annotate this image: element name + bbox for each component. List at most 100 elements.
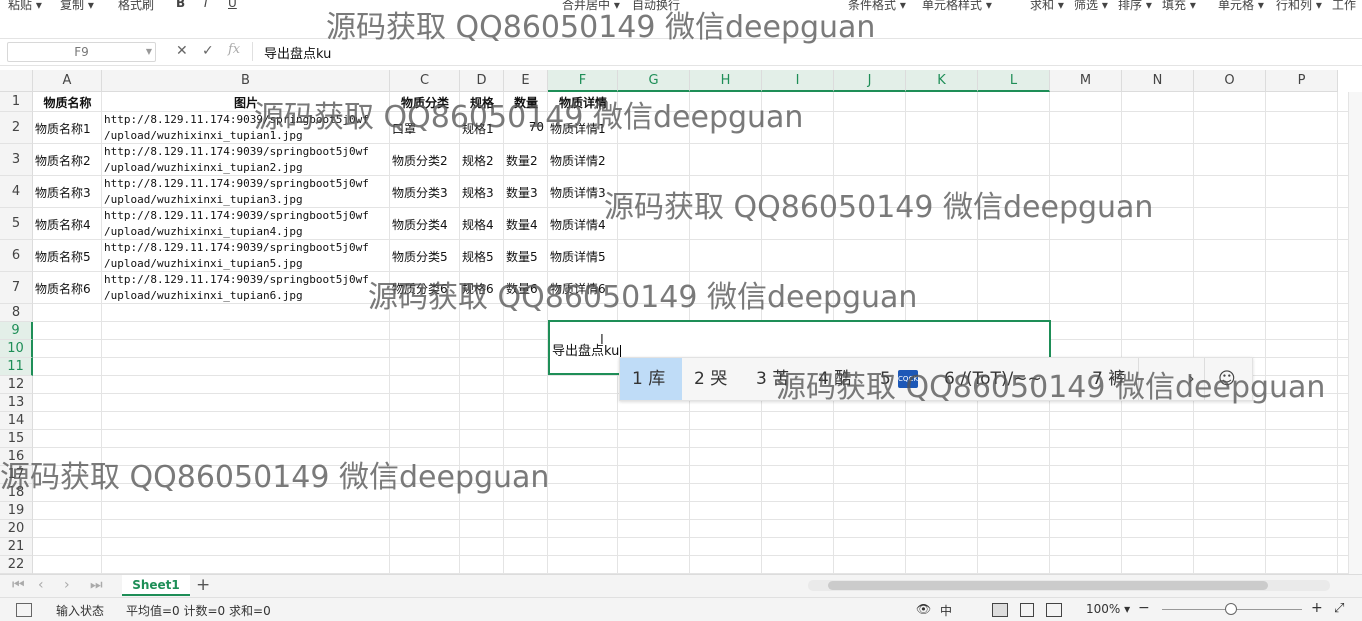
row-header-8[interactable]: 8 — [0, 304, 33, 322]
name-box[interactable]: F9 ▼ — [7, 42, 156, 62]
page-layout-view-icon[interactable] — [1020, 603, 1034, 617]
row-header-6[interactable]: 6 — [0, 240, 33, 272]
column-header-d[interactable]: D — [460, 70, 504, 92]
cell-spec[interactable]: 规格2 — [462, 152, 494, 169]
column-header-m[interactable]: M — [1050, 70, 1122, 92]
header-cell[interactable]: 物质详情 — [548, 94, 618, 111]
row-header-11[interactable]: 11 — [0, 358, 33, 376]
worksheet-button[interactable]: 工作 — [1332, 0, 1356, 13]
ime-candidate-2[interactable]: 2 哭 — [682, 358, 739, 400]
ime-candidate-4[interactable]: 4 酷 — [806, 358, 863, 400]
horizontal-scrollbar[interactable] — [808, 580, 1330, 591]
row-header-19[interactable]: 19 — [0, 502, 33, 520]
cell-quantity[interactable]: 数量2 — [506, 152, 544, 169]
row-header-7[interactable]: 7 — [0, 272, 33, 304]
ime-emoji-icon[interactable]: ☺ — [1218, 358, 1236, 400]
cell-image-url[interactable]: http://8.129.11.174:9039/springboot5j0wf… — [104, 240, 388, 272]
column-header-e[interactable]: E — [504, 70, 548, 92]
cell-name[interactable]: 物质名称5 — [35, 248, 91, 265]
next-sheet-icon[interactable]: › — [64, 577, 70, 593]
column-header-g[interactable]: G — [618, 70, 690, 92]
header-cell[interactable]: 物质分类 — [390, 94, 460, 111]
row-header-18[interactable]: 18 — [0, 484, 33, 502]
cell-detail[interactable]: 物质详情4 — [550, 216, 606, 233]
cell-name[interactable]: 物质名称2 — [35, 152, 91, 169]
column-header-p[interactable]: P — [1266, 70, 1338, 92]
column-header-o[interactable]: O — [1194, 70, 1266, 92]
row-header-10[interactable]: 10 — [0, 340, 33, 358]
row-header-13[interactable]: 13 — [0, 394, 33, 412]
sort-button[interactable]: 排序 ▾ — [1118, 0, 1152, 13]
header-cell[interactable]: 规格 — [460, 94, 504, 111]
confirm-edit-icon[interactable]: ✓ — [202, 43, 214, 59]
merge-center-button[interactable]: 合并居中 ▾ — [562, 0, 620, 13]
row-header-1[interactable]: 1 — [0, 92, 33, 112]
ime-candidate-3[interactable]: 3 苦 — [744, 358, 801, 400]
header-cell[interactable]: 图片 — [102, 94, 390, 111]
last-sheet-icon[interactable]: ⏭ — [90, 577, 103, 593]
column-header-c[interactable]: C — [390, 70, 460, 92]
ime-candidate-7[interactable]: 7 裤 — [1080, 358, 1137, 400]
underline-button[interactable]: U — [228, 0, 237, 10]
cell-detail[interactable]: 物质详情6 — [550, 280, 606, 297]
filter-button[interactable]: 筛选 ▾ — [1074, 0, 1108, 13]
row-header-20[interactable]: 20 — [0, 520, 33, 538]
cell-detail[interactable]: 物质详情5 — [550, 248, 606, 265]
fill-button[interactable]: 填充 ▾ — [1162, 0, 1196, 13]
cell-quantity[interactable]: 数量6 — [506, 280, 544, 297]
cell-spec[interactable]: 规格5 — [462, 248, 494, 265]
header-cell[interactable]: 数量 — [504, 94, 548, 111]
row-header-2[interactable]: 2 — [0, 112, 33, 144]
cell-image-url[interactable]: http://8.129.11.174:9039/springboot5j0wf… — [104, 272, 388, 304]
row-header-5[interactable]: 5 — [0, 208, 33, 240]
row-header-12[interactable]: 12 — [0, 376, 33, 394]
italic-button[interactable]: I — [204, 0, 208, 10]
cell-name[interactable]: 物质名称4 — [35, 216, 91, 233]
add-sheet-button[interactable]: + — [196, 575, 210, 595]
cell-name[interactable]: 物质名称6 — [35, 280, 91, 297]
copy-button[interactable]: 复制 ▾ — [60, 0, 94, 13]
row-header-15[interactable]: 15 — [0, 430, 33, 448]
ime-image-candidate-icon[interactable]: CQCK — [898, 370, 918, 388]
cell-category[interactable]: 物质分类4 — [392, 216, 448, 233]
ime-next-page-icon[interactable]: › — [1188, 358, 1195, 400]
ime-candidate-6[interactable]: 6 /(ToT)/~~ — [932, 358, 1054, 400]
column-header-j[interactable]: J — [834, 70, 906, 92]
vertical-scrollbar[interactable] — [1348, 92, 1362, 574]
function-icon[interactable]: fx — [228, 42, 240, 57]
cell-quantity[interactable]: 数量4 — [506, 216, 544, 233]
cell-category[interactable]: 物质分类5 — [392, 248, 448, 265]
horizontal-scroll-thumb[interactable] — [828, 581, 1268, 590]
normal-view-icon[interactable] — [992, 603, 1008, 617]
paste-button[interactable]: 粘贴 ▾ — [8, 0, 42, 13]
cell-image-url[interactable]: http://8.129.11.174:9039/springboot5j0wf… — [104, 176, 388, 208]
cell-category[interactable]: 口罩 — [392, 120, 416, 137]
cancel-edit-icon[interactable]: ✕ — [176, 43, 188, 59]
sheet-tab-sheet1[interactable]: Sheet1 — [122, 575, 190, 596]
select-all-corner[interactable] — [0, 70, 33, 92]
format-painter-button[interactable]: 格式刷 — [118, 0, 154, 13]
cell-detail[interactable]: 物质详情3 — [550, 184, 606, 201]
cells-button[interactable]: 单元格 ▾ — [1218, 0, 1264, 13]
row-header-14[interactable]: 14 — [0, 412, 33, 430]
row-header-3[interactable]: 3 — [0, 144, 33, 176]
zoom-level[interactable]: 100% ▾ — [1086, 602, 1130, 616]
cell-style-button[interactable]: 单元格样式 ▾ — [922, 0, 992, 13]
zoom-slider-handle[interactable] — [1225, 603, 1237, 615]
cell-detail[interactable]: 物质详情1 — [550, 120, 606, 137]
cell-spec[interactable]: 规格1 — [462, 120, 494, 137]
page-break-view-icon[interactable] — [1046, 603, 1062, 617]
row-header-22[interactable]: 22 — [0, 556, 33, 574]
sheet-protect-icon[interactable] — [16, 603, 32, 617]
cell-detail[interactable]: 物质详情2 — [550, 152, 606, 169]
formula-input[interactable]: 导出盘点ku — [264, 43, 331, 62]
column-header-a[interactable]: A — [33, 70, 102, 92]
column-header-i[interactable]: I — [762, 70, 834, 92]
cell-category[interactable]: 物质分类2 — [392, 152, 448, 169]
cell-spec[interactable]: 规格3 — [462, 184, 494, 201]
ime-candidate-1[interactable]: 1 库 — [620, 358, 682, 400]
fullscreen-icon[interactable]: ⤢ — [1334, 601, 1344, 616]
cell-image-url[interactable]: http://8.129.11.174:9039/springboot5j0wf… — [104, 112, 388, 144]
prev-sheet-icon[interactable]: ‹ — [38, 577, 44, 593]
cell-name[interactable]: 物质名称1 — [35, 120, 91, 137]
